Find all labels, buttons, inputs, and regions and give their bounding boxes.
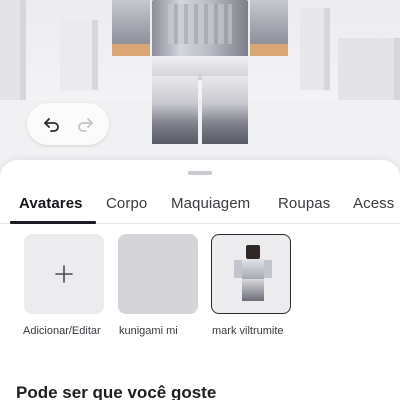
avatar-left-leg: [152, 76, 198, 144]
avatar-preview[interactable]: [0, 0, 400, 180]
avatar-right-leg: [202, 76, 248, 144]
avatar-label-mark-viltrumite: mark viltrumite: [212, 325, 284, 337]
redo-button[interactable]: [71, 110, 99, 138]
redo-icon: [77, 118, 93, 132]
background-block: [338, 38, 400, 100]
avatar-3d-model[interactable]: [112, 0, 288, 150]
background-block: [300, 8, 330, 90]
tab-maquiagem[interactable]: Maquiagem: [171, 194, 250, 214]
recommendations-heading: Pode ser que você goste: [16, 383, 217, 400]
avatar-label-kunigami: kunigami mi: [119, 325, 178, 337]
avatar-tile-kunigami[interactable]: [118, 234, 198, 314]
avatar-right-arm: [250, 0, 288, 44]
avatar-left-hand: [112, 44, 150, 56]
undo-icon: [43, 118, 59, 132]
undo-redo-controls: [27, 103, 109, 145]
tab-roupas[interactable]: Roupas: [278, 194, 330, 214]
editor-sheet: Avatares Corpo Maquiagem Roupas Acess: [0, 160, 400, 400]
tab-corpo[interactable]: Corpo: [106, 194, 147, 214]
background-block: [0, 0, 26, 112]
add-avatar-label: Adicionar/Editar: [23, 325, 101, 337]
background-block: [60, 20, 98, 90]
avatar-thumbnail: [234, 245, 272, 303]
avatar-left-arm: [112, 0, 150, 44]
active-tab-indicator: [10, 221, 96, 224]
avatar-right-hand: [250, 44, 288, 56]
avatar-armor-detail: [168, 4, 232, 44]
undo-button[interactable]: [38, 110, 66, 138]
tab-acessorios[interactable]: Acess: [353, 194, 394, 214]
add-avatar-tile[interactable]: [24, 234, 104, 314]
category-tabs: Avatares Corpo Maquiagem Roupas Acess: [0, 194, 400, 222]
avatar-tile-mark-viltrumite[interactable]: [211, 234, 291, 314]
tab-avatares[interactable]: Avatares: [19, 194, 83, 214]
plus-icon: [55, 265, 73, 283]
drag-handle[interactable]: [188, 171, 212, 175]
